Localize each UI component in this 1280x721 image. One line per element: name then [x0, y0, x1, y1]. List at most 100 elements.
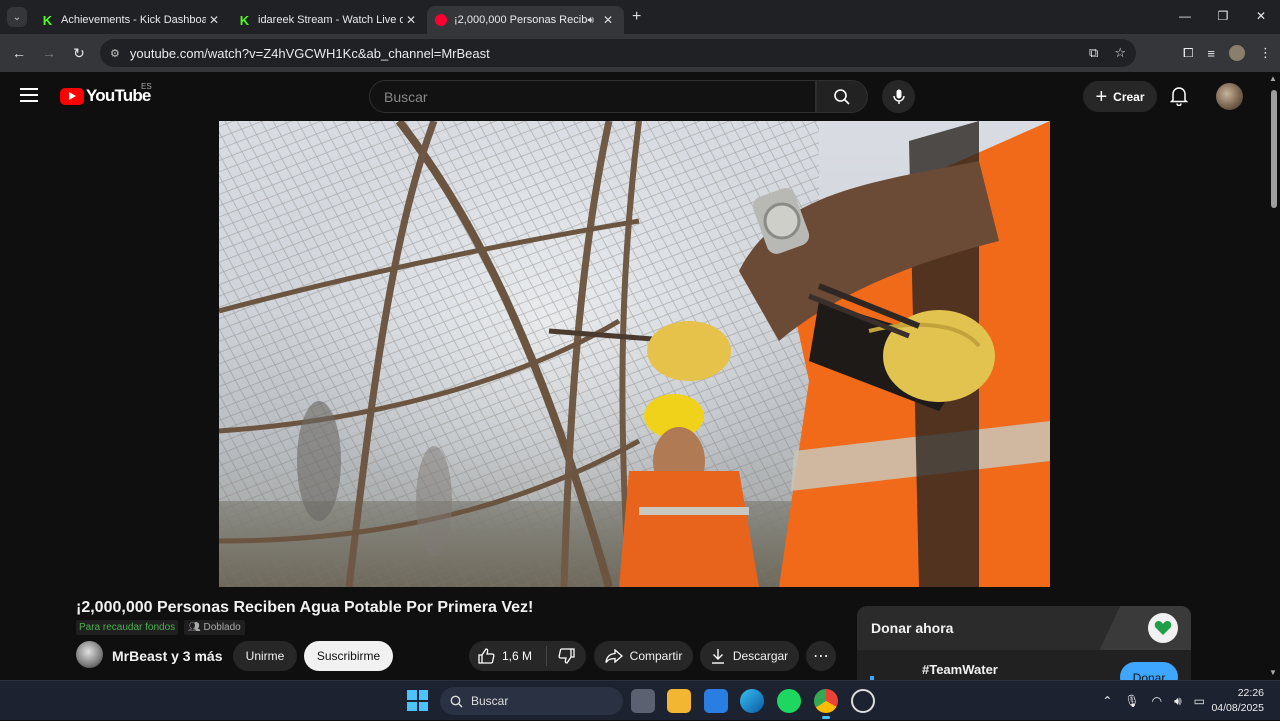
- close-tab-icon[interactable]: ✕: [206, 13, 222, 27]
- create-label: Crear: [1113, 89, 1145, 104]
- like-button[interactable]: 1,6 M: [469, 646, 547, 666]
- taskbar-search-label: Buscar: [471, 694, 509, 708]
- windows-start-icon[interactable]: [407, 690, 428, 711]
- like-count: 1,6 M: [502, 649, 533, 663]
- tab-kick-stream[interactable]: K idareek Stream - Watch Live on ✕: [230, 6, 427, 34]
- search-input[interactable]: Buscar: [369, 80, 816, 113]
- thumbs-up-icon: [478, 648, 495, 664]
- url-field[interactable]: ⚙ youtube.com/watch?v=Z4hVGCWH1Kc&ab_cha…: [100, 39, 1136, 67]
- reload-icon[interactable]: ↻: [64, 45, 94, 62]
- tab-search-icon[interactable]: ⌄: [7, 7, 27, 27]
- taskbar-search[interactable]: Buscar: [440, 687, 623, 715]
- bookmark-star-icon[interactable]: ☆: [1114, 45, 1126, 61]
- wifi-icon[interactable]: ◠: [1152, 694, 1162, 708]
- install-app-icon[interactable]: ⧉: [1089, 45, 1098, 61]
- chrome-icon[interactable]: [814, 689, 838, 719]
- video-player[interactable]: [219, 121, 1050, 587]
- voice-search-button[interactable]: [882, 80, 915, 113]
- file-explorer-icon[interactable]: [667, 689, 691, 713]
- plus-icon: +: [1095, 85, 1108, 108]
- subscribe-label: Suscribirme: [316, 649, 381, 663]
- tab-kick-achievements[interactable]: K Achievements - Kick Dashboard ✕: [33, 6, 230, 34]
- share-button[interactable]: Compartir: [594, 641, 693, 671]
- donate-tag[interactable]: #TeamWater: [922, 662, 998, 677]
- tab-title: idareek Stream - Watch Live on: [258, 14, 403, 26]
- dislike-button[interactable]: [547, 648, 585, 664]
- microphone-icon: [892, 89, 905, 104]
- browser-menu-icon[interactable]: ⋮: [1259, 45, 1272, 61]
- reading-list-icon[interactable]: ≡: [1207, 46, 1215, 61]
- search-button[interactable]: [816, 80, 868, 113]
- youtube-logo[interactable]: YouTube ES: [60, 82, 152, 106]
- taskbar-clock[interactable]: 22:26 04/08/2025: [1211, 686, 1264, 716]
- menu-icon[interactable]: [20, 88, 38, 106]
- share-label: Compartir: [629, 649, 683, 663]
- tray-overflow-icon[interactable]: ⌃: [1102, 694, 1112, 708]
- scroll-down-icon[interactable]: ▼: [1269, 668, 1277, 677]
- tab-title: Achievements - Kick Dashboard: [61, 14, 206, 26]
- subscribe-button[interactable]: Suscribirme: [304, 641, 393, 671]
- download-button[interactable]: Descargar: [700, 641, 799, 671]
- minimize-icon[interactable]: —: [1166, 0, 1204, 34]
- notifications-bell-icon[interactable]: [1169, 86, 1189, 111]
- restore-icon[interactable]: ❐: [1204, 0, 1242, 34]
- system-tray: ⌃ 🎙︎ ◠ 🔊︎ ▭: [1102, 681, 1205, 721]
- video-title: ¡2,000,000 Personas Reciben Agua Potable…: [76, 599, 534, 616]
- scroll-up-icon[interactable]: ▲: [1269, 74, 1277, 83]
- channel-name[interactable]: MrBeast y 3 más: [112, 648, 223, 664]
- search-icon: [450, 695, 463, 707]
- site-info-icon[interactable]: ⚙: [110, 47, 120, 60]
- youtube-play-icon: [60, 87, 84, 105]
- like-dislike-group: 1,6 M: [469, 641, 586, 671]
- create-button[interactable]: + Crear: [1083, 81, 1157, 112]
- forward-icon[interactable]: →: [34, 45, 64, 61]
- clock-date: 04/08/2025: [1211, 702, 1264, 714]
- kick-icon: K: [42, 12, 53, 28]
- search-placeholder: Buscar: [384, 88, 428, 105]
- heart-icon: [1148, 613, 1178, 643]
- obs-icon[interactable]: [851, 689, 875, 713]
- windows-taskbar: Buscar ⌃ 🎙︎ ◠ 🔊︎ ▭ 22:26 04/08/2025: [0, 680, 1280, 720]
- dub-label: Doblado: [203, 622, 241, 633]
- account-avatar[interactable]: [1216, 83, 1243, 110]
- browser-tab-bar: ⌄ K Achievements - Kick Dashboard ✕ K id…: [0, 0, 1280, 34]
- tab-title: ¡2,000,000 Personas Reciben: [454, 14, 588, 26]
- region-code: ES: [141, 82, 152, 91]
- donate-header: Donar ahora: [857, 606, 1191, 650]
- spotify-icon[interactable]: [777, 689, 801, 713]
- tab-youtube-video[interactable]: ¡2,000,000 Personas Reciben 🔊︎ ✕: [427, 6, 624, 34]
- youtube-icon: [435, 14, 447, 26]
- extensions-icon[interactable]: ⧠: [1183, 45, 1193, 61]
- kick-icon: K: [239, 12, 250, 28]
- close-window-icon[interactable]: ✕: [1242, 0, 1280, 34]
- new-tab-icon[interactable]: +: [632, 8, 641, 26]
- share-icon: [605, 649, 623, 663]
- microsoft-store-icon[interactable]: [704, 689, 728, 713]
- search-icon: [834, 88, 850, 105]
- url-text: youtube.com/watch?v=Z4hVGCWH1Kc&ab_chann…: [129, 45, 490, 61]
- dub-icon: 👥︎: [188, 622, 204, 633]
- more-dots-icon: ⋯: [813, 648, 829, 665]
- close-tab-icon[interactable]: ✕: [600, 13, 616, 27]
- edge-icon[interactable]: [740, 689, 764, 713]
- speaker-icon[interactable]: 🔊︎: [588, 15, 594, 26]
- join-button[interactable]: Unirme: [233, 641, 297, 671]
- fundraiser-badge[interactable]: Para recaudar fondos: [76, 620, 179, 635]
- thumbs-down-icon: [558, 648, 575, 664]
- window-controls: — ❐ ✕: [1166, 0, 1280, 34]
- scrollbar-thumb[interactable]: [1271, 90, 1277, 208]
- microphone-tray-icon[interactable]: 🎙︎: [1124, 694, 1139, 708]
- channel-avatar[interactable]: [76, 641, 103, 668]
- task-view-icon[interactable]: [631, 689, 655, 713]
- battery-icon[interactable]: ▭: [1194, 694, 1205, 708]
- more-actions-button[interactable]: ⋯: [806, 641, 836, 671]
- close-tab-icon[interactable]: ✕: [403, 13, 419, 27]
- video-frame-image: [219, 121, 1050, 587]
- clock-time: 22:26: [1237, 687, 1264, 699]
- back-icon[interactable]: ←: [4, 45, 34, 61]
- download-icon: [711, 649, 724, 664]
- download-label: Descargar: [732, 649, 789, 663]
- profile-avatar-icon[interactable]: [1229, 45, 1245, 61]
- volume-icon[interactable]: 🔊︎: [1174, 694, 1182, 709]
- address-bar-row: ← → ↻ ⚙ youtube.com/watch?v=Z4hVGCWH1Kc&…: [0, 34, 1280, 72]
